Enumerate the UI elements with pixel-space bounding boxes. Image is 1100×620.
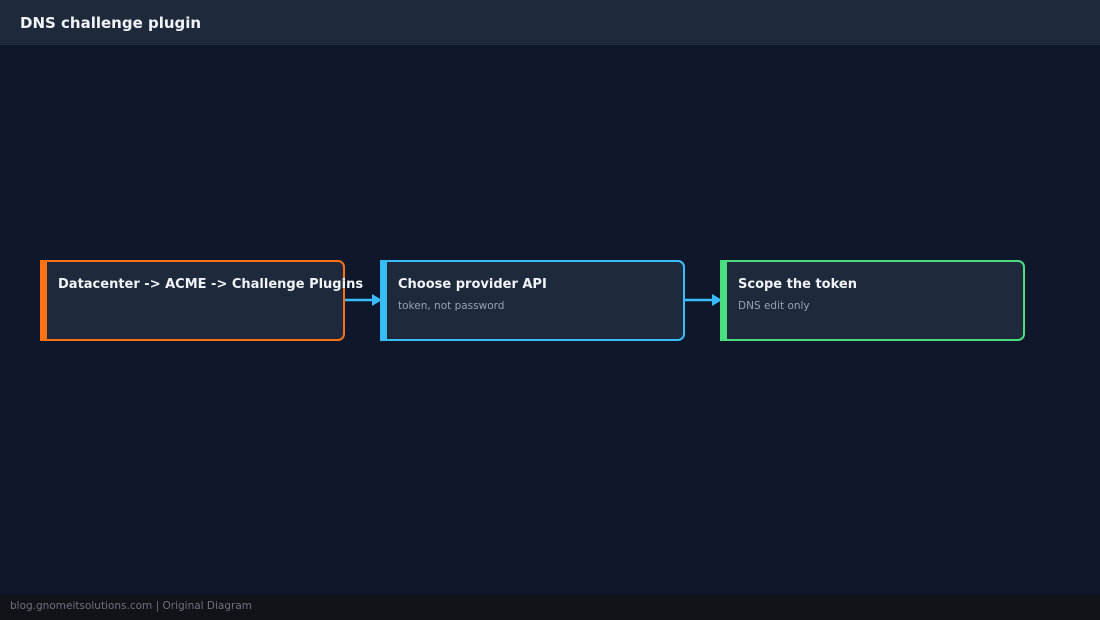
header-bar: DNS challenge plugin xyxy=(0,0,1100,45)
node-title: Scope the token xyxy=(738,277,857,292)
node-subtitle: DNS edit only xyxy=(738,300,810,312)
node-scope-token[interactable]: Scope the token DNS edit only xyxy=(720,260,1025,341)
diagram-app: DNS challenge plugin Datacenter -> ACME … xyxy=(0,0,1100,620)
footer-bar: blog.gnomeitsolutions.com | Original Dia… xyxy=(0,594,1100,620)
edge-1-to-2 xyxy=(340,294,382,306)
node-datacenter-acme[interactable]: Datacenter -> ACME -> Challenge Plugins xyxy=(40,260,363,341)
footer-credit: blog.gnomeitsolutions.com | Original Dia… xyxy=(10,600,253,612)
node-choose-provider-api[interactable]: Choose provider API token, not password xyxy=(380,260,685,341)
diagram-canvas: Datacenter -> ACME -> Challenge Plugins … xyxy=(0,45,1100,594)
page-title: DNS challenge plugin xyxy=(20,14,202,32)
node-title: Datacenter -> ACME -> Challenge Plugins xyxy=(58,277,364,292)
node-subtitle: token, not password xyxy=(398,300,505,312)
node-title: Choose provider API xyxy=(398,277,547,292)
edge-2-to-3 xyxy=(680,294,722,306)
